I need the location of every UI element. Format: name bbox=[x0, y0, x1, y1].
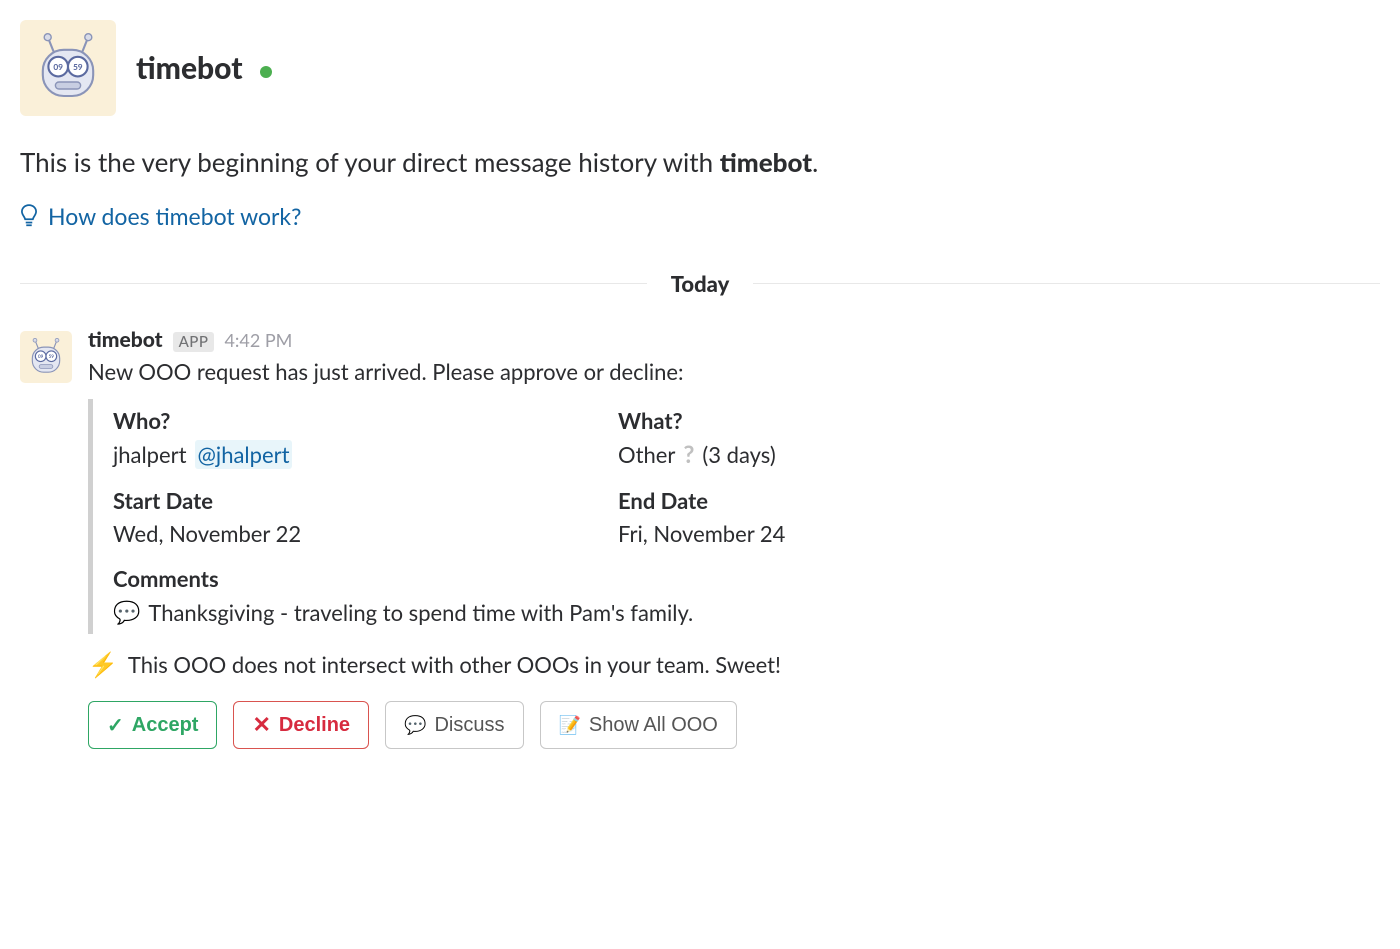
date-divider: Today bbox=[20, 270, 1380, 297]
field-comments: Comments 💬 Thanksgiving - traveling to s… bbox=[113, 565, 1093, 626]
end-value: Fri, November 24 bbox=[618, 520, 1093, 547]
intro-bold: timebot bbox=[720, 146, 812, 178]
help-link[interactable]: How does timebot work? bbox=[20, 202, 1380, 230]
app-badge: APP bbox=[173, 332, 215, 352]
attachment-block: Who? jhalpert @jhalpert What? Other ? (3… bbox=[88, 399, 1380, 634]
memo-icon: 📝 bbox=[559, 715, 581, 736]
speech-bubble-icon: 💬 bbox=[113, 598, 140, 626]
intersect-text: This OOO does not intersect with other O… bbox=[128, 651, 781, 678]
speech-bubble-icon: 💬 bbox=[404, 715, 426, 736]
help-link-text: How does timebot work? bbox=[48, 202, 301, 230]
what-value: Other bbox=[618, 441, 675, 468]
decline-button[interactable]: ✕ Decline bbox=[233, 701, 369, 749]
divider-label: Today bbox=[647, 270, 754, 297]
field-who: Who? jhalpert @jhalpert bbox=[113, 407, 588, 469]
robot-icon bbox=[33, 33, 103, 103]
status-online-icon bbox=[260, 66, 272, 78]
who-label: Who? bbox=[113, 407, 588, 434]
robot-icon bbox=[27, 338, 65, 376]
who-name: jhalpert bbox=[113, 441, 187, 468]
discuss-button[interactable]: 💬 Discuss bbox=[385, 701, 523, 749]
lightning-icon: ⚡ bbox=[88, 650, 118, 679]
button-row: ✓ Accept ✕ Decline 💬 Discuss 📝 Show All … bbox=[88, 701, 1380, 749]
field-end-date: End Date Fri, November 24 bbox=[618, 487, 1093, 547]
bot-name-title: timebot bbox=[136, 50, 243, 86]
bot-avatar-small bbox=[20, 331, 72, 383]
who-mention[interactable]: @jhalpert bbox=[195, 440, 293, 469]
dm-header: timebot bbox=[20, 20, 1380, 116]
lightbulb-icon bbox=[20, 204, 38, 228]
comments-label: Comments bbox=[113, 565, 1093, 592]
bot-avatar-large bbox=[20, 20, 116, 116]
field-what: What? Other ? (3 days) bbox=[618, 407, 1093, 469]
divider-line-left bbox=[20, 283, 647, 284]
intro-prefix: This is the very beginning of your direc… bbox=[20, 146, 720, 178]
what-duration: (3 days) bbox=[702, 441, 775, 468]
accept-label: Accept bbox=[132, 714, 199, 737]
accept-button[interactable]: ✓ Accept bbox=[88, 701, 217, 749]
start-value: Wed, November 22 bbox=[113, 520, 588, 547]
message-row: timebot APP 4:42 PM New OOO request has … bbox=[20, 327, 1380, 749]
divider-line-right bbox=[753, 283, 1380, 284]
intro-text: This is the very beginning of your direc… bbox=[20, 146, 1380, 178]
sender-name: timebot bbox=[88, 327, 163, 352]
show-all-ooo-button[interactable]: 📝 Show All OOO bbox=[540, 701, 737, 749]
message-header: timebot APP 4:42 PM bbox=[88, 327, 1380, 352]
show-all-label: Show All OOO bbox=[589, 714, 718, 737]
question-mark-icon: ? bbox=[683, 440, 694, 469]
field-start-date: Start Date Wed, November 22 bbox=[113, 487, 588, 547]
end-label: End Date bbox=[618, 487, 1093, 514]
discuss-label: Discuss bbox=[434, 714, 504, 737]
message-timestamp: 4:42 PM bbox=[224, 329, 292, 351]
message-text: New OOO request has just arrived. Please… bbox=[88, 358, 1380, 385]
comments-value: Thanksgiving - traveling to spend time w… bbox=[148, 599, 693, 626]
intro-suffix: . bbox=[812, 146, 818, 178]
check-icon: ✓ bbox=[107, 713, 124, 738]
message-body: timebot APP 4:42 PM New OOO request has … bbox=[88, 327, 1380, 749]
x-icon: ✕ bbox=[252, 712, 270, 738]
what-label: What? bbox=[618, 407, 1093, 434]
start-label: Start Date bbox=[113, 487, 588, 514]
decline-label: Decline bbox=[279, 714, 350, 737]
intersect-notice: ⚡ This OOO does not intersect with other… bbox=[88, 650, 1380, 679]
